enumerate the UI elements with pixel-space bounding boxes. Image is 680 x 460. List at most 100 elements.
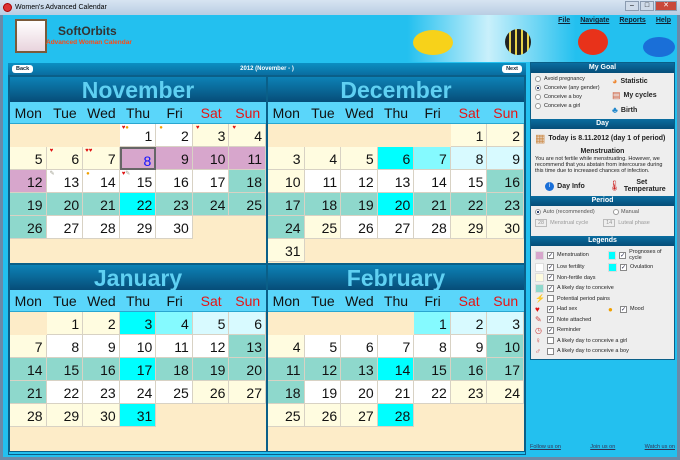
day-cell[interactable]: 22: [46, 381, 84, 404]
day-cell[interactable]: 13: [377, 170, 415, 193]
day-cell[interactable]: 4 ♥: [229, 124, 266, 147]
day-cell[interactable]: 11: [156, 335, 193, 358]
day-cell[interactable]: 21: [83, 193, 120, 216]
day-cell[interactable]: 22: [414, 381, 451, 404]
day-cell[interactable]: 12: [192, 335, 230, 358]
day-cell[interactable]: 19: [341, 193, 378, 216]
menu-navigate[interactable]: Navigate: [580, 17, 609, 24]
day-cell[interactable]: 12: [341, 170, 378, 193]
back-button[interactable]: Back: [12, 65, 34, 73]
day-cell[interactable]: 27: [46, 216, 84, 239]
day-cell[interactable]: 13 ✎: [46, 170, 84, 193]
day-cell[interactable]: 10: [487, 335, 524, 358]
day-cell[interactable]: 17: [119, 358, 157, 381]
day-cell[interactable]: 1: [46, 312, 84, 335]
legend-checkbox[interactable]: [547, 337, 554, 344]
twitter-link[interactable]: Follow us on: [530, 444, 561, 450]
day-cell[interactable]: 22: [119, 193, 157, 216]
day-cell[interactable]: 26: [192, 381, 230, 404]
day-cell[interactable]: 20: [377, 193, 415, 216]
legend-checkbox[interactable]: ✓: [547, 284, 554, 292]
day-cell[interactable]: 15: [450, 170, 488, 193]
day-cell[interactable]: 20: [341, 381, 378, 404]
day-cell[interactable]: 3: [487, 312, 524, 335]
day-cell[interactable]: 16: [450, 358, 488, 381]
goal-radio[interactable]: [535, 94, 541, 100]
luteal-phase-select[interactable]: 14: [603, 219, 616, 227]
maximize-button[interactable]: □: [640, 1, 654, 11]
day-cell[interactable]: 29: [46, 404, 84, 427]
day-cell[interactable]: 4: [156, 312, 193, 335]
menu-file[interactable]: File: [558, 17, 570, 24]
day-cell[interactable]: 23: [83, 381, 120, 404]
day-cell[interactable]: 7: [10, 335, 47, 358]
day-cell[interactable]: 27: [229, 381, 266, 404]
day-cell[interactable]: 10: [268, 170, 305, 193]
day-cell[interactable]: 21: [377, 381, 415, 404]
day-cell[interactable]: 29: [450, 216, 488, 239]
day-cell[interactable]: 19: [304, 381, 342, 404]
day-cell[interactable]: 12: [304, 358, 342, 381]
goal-option[interactable]: Conceive a boy: [535, 94, 612, 100]
legend-checkbox[interactable]: ✓: [547, 274, 554, 281]
day-cell[interactable]: 5: [304, 335, 342, 358]
day-cell[interactable]: 14: [377, 358, 415, 381]
minimize-button[interactable]: –: [625, 1, 639, 11]
day-cell[interactable]: 13: [341, 358, 378, 381]
day-cell[interactable]: 8: [119, 147, 157, 170]
day-cell[interactable]: 4: [304, 147, 342, 170]
day-cell[interactable]: 28: [377, 404, 415, 427]
day-cell[interactable]: 12: [10, 170, 47, 193]
my-cycles-button[interactable]: My cycles: [624, 92, 657, 99]
set-temperature-button[interactable]: Set Temperature: [624, 179, 666, 193]
legend-checkbox[interactable]: [547, 347, 554, 355]
menstrual-cycle-select[interactable]: 28: [535, 219, 548, 227]
day-cell[interactable]: 17: [192, 170, 230, 193]
day-cell[interactable]: 2: [83, 312, 120, 335]
day-cell[interactable]: 7 ♥♥: [83, 147, 120, 170]
day-cell[interactable]: 9: [156, 147, 193, 170]
day-cell[interactable]: 21: [10, 381, 47, 404]
day-cell[interactable]: 21: [414, 193, 451, 216]
day-cell[interactable]: 15: [414, 358, 451, 381]
day-cell[interactable]: 9: [450, 335, 488, 358]
legend-checkbox[interactable]: [547, 295, 554, 302]
day-cell[interactable]: 18: [268, 381, 305, 404]
statistic-button[interactable]: Statistic: [620, 78, 647, 85]
day-cell[interactable]: 25: [156, 381, 193, 404]
facebook-link[interactable]: Join us on: [590, 444, 615, 450]
day-cell[interactable]: 31: [268, 239, 305, 262]
legend-checkbox[interactable]: ✓: [620, 263, 627, 271]
day-cell[interactable]: 23: [156, 193, 193, 216]
day-cell[interactable]: 26: [10, 216, 47, 239]
manual-radio[interactable]: [613, 209, 619, 215]
day-cell[interactable]: 29: [119, 216, 157, 239]
day-cell[interactable]: 17: [487, 358, 524, 381]
day-cell[interactable]: 30: [156, 216, 193, 239]
day-cell[interactable]: 11: [229, 147, 266, 170]
goal-radio[interactable]: [535, 85, 541, 91]
legend-checkbox[interactable]: ✓: [547, 316, 554, 323]
day-cell[interactable]: 26: [341, 216, 378, 239]
day-cell[interactable]: 25: [268, 404, 305, 427]
day-cell[interactable]: 27: [377, 216, 415, 239]
day-cell[interactable]: 25: [304, 216, 342, 239]
day-cell[interactable]: 16: [156, 170, 193, 193]
day-cell[interactable]: 17: [268, 193, 305, 216]
legend-checkbox[interactable]: ✓: [547, 305, 554, 313]
menu-reports[interactable]: Reports: [619, 17, 645, 24]
day-cell[interactable]: 22: [450, 193, 488, 216]
day-cell[interactable]: 24: [192, 193, 230, 216]
auto-radio[interactable]: [535, 209, 541, 215]
day-cell[interactable]: 24: [119, 381, 157, 404]
legend-checkbox[interactable]: ✓: [619, 251, 627, 259]
legend-checkbox[interactable]: ✓: [547, 326, 554, 334]
day-cell[interactable]: 14: [10, 358, 47, 381]
day-cell[interactable]: 16: [487, 170, 524, 193]
day-cell[interactable]: 3: [119, 312, 157, 335]
day-cell[interactable]: 24: [487, 381, 524, 404]
goal-option[interactable]: Conceive (any gender): [535, 85, 612, 91]
day-cell[interactable]: 6: [341, 335, 378, 358]
day-cell[interactable]: 15 ♥✎: [119, 170, 157, 193]
day-cell[interactable]: 10: [119, 335, 157, 358]
